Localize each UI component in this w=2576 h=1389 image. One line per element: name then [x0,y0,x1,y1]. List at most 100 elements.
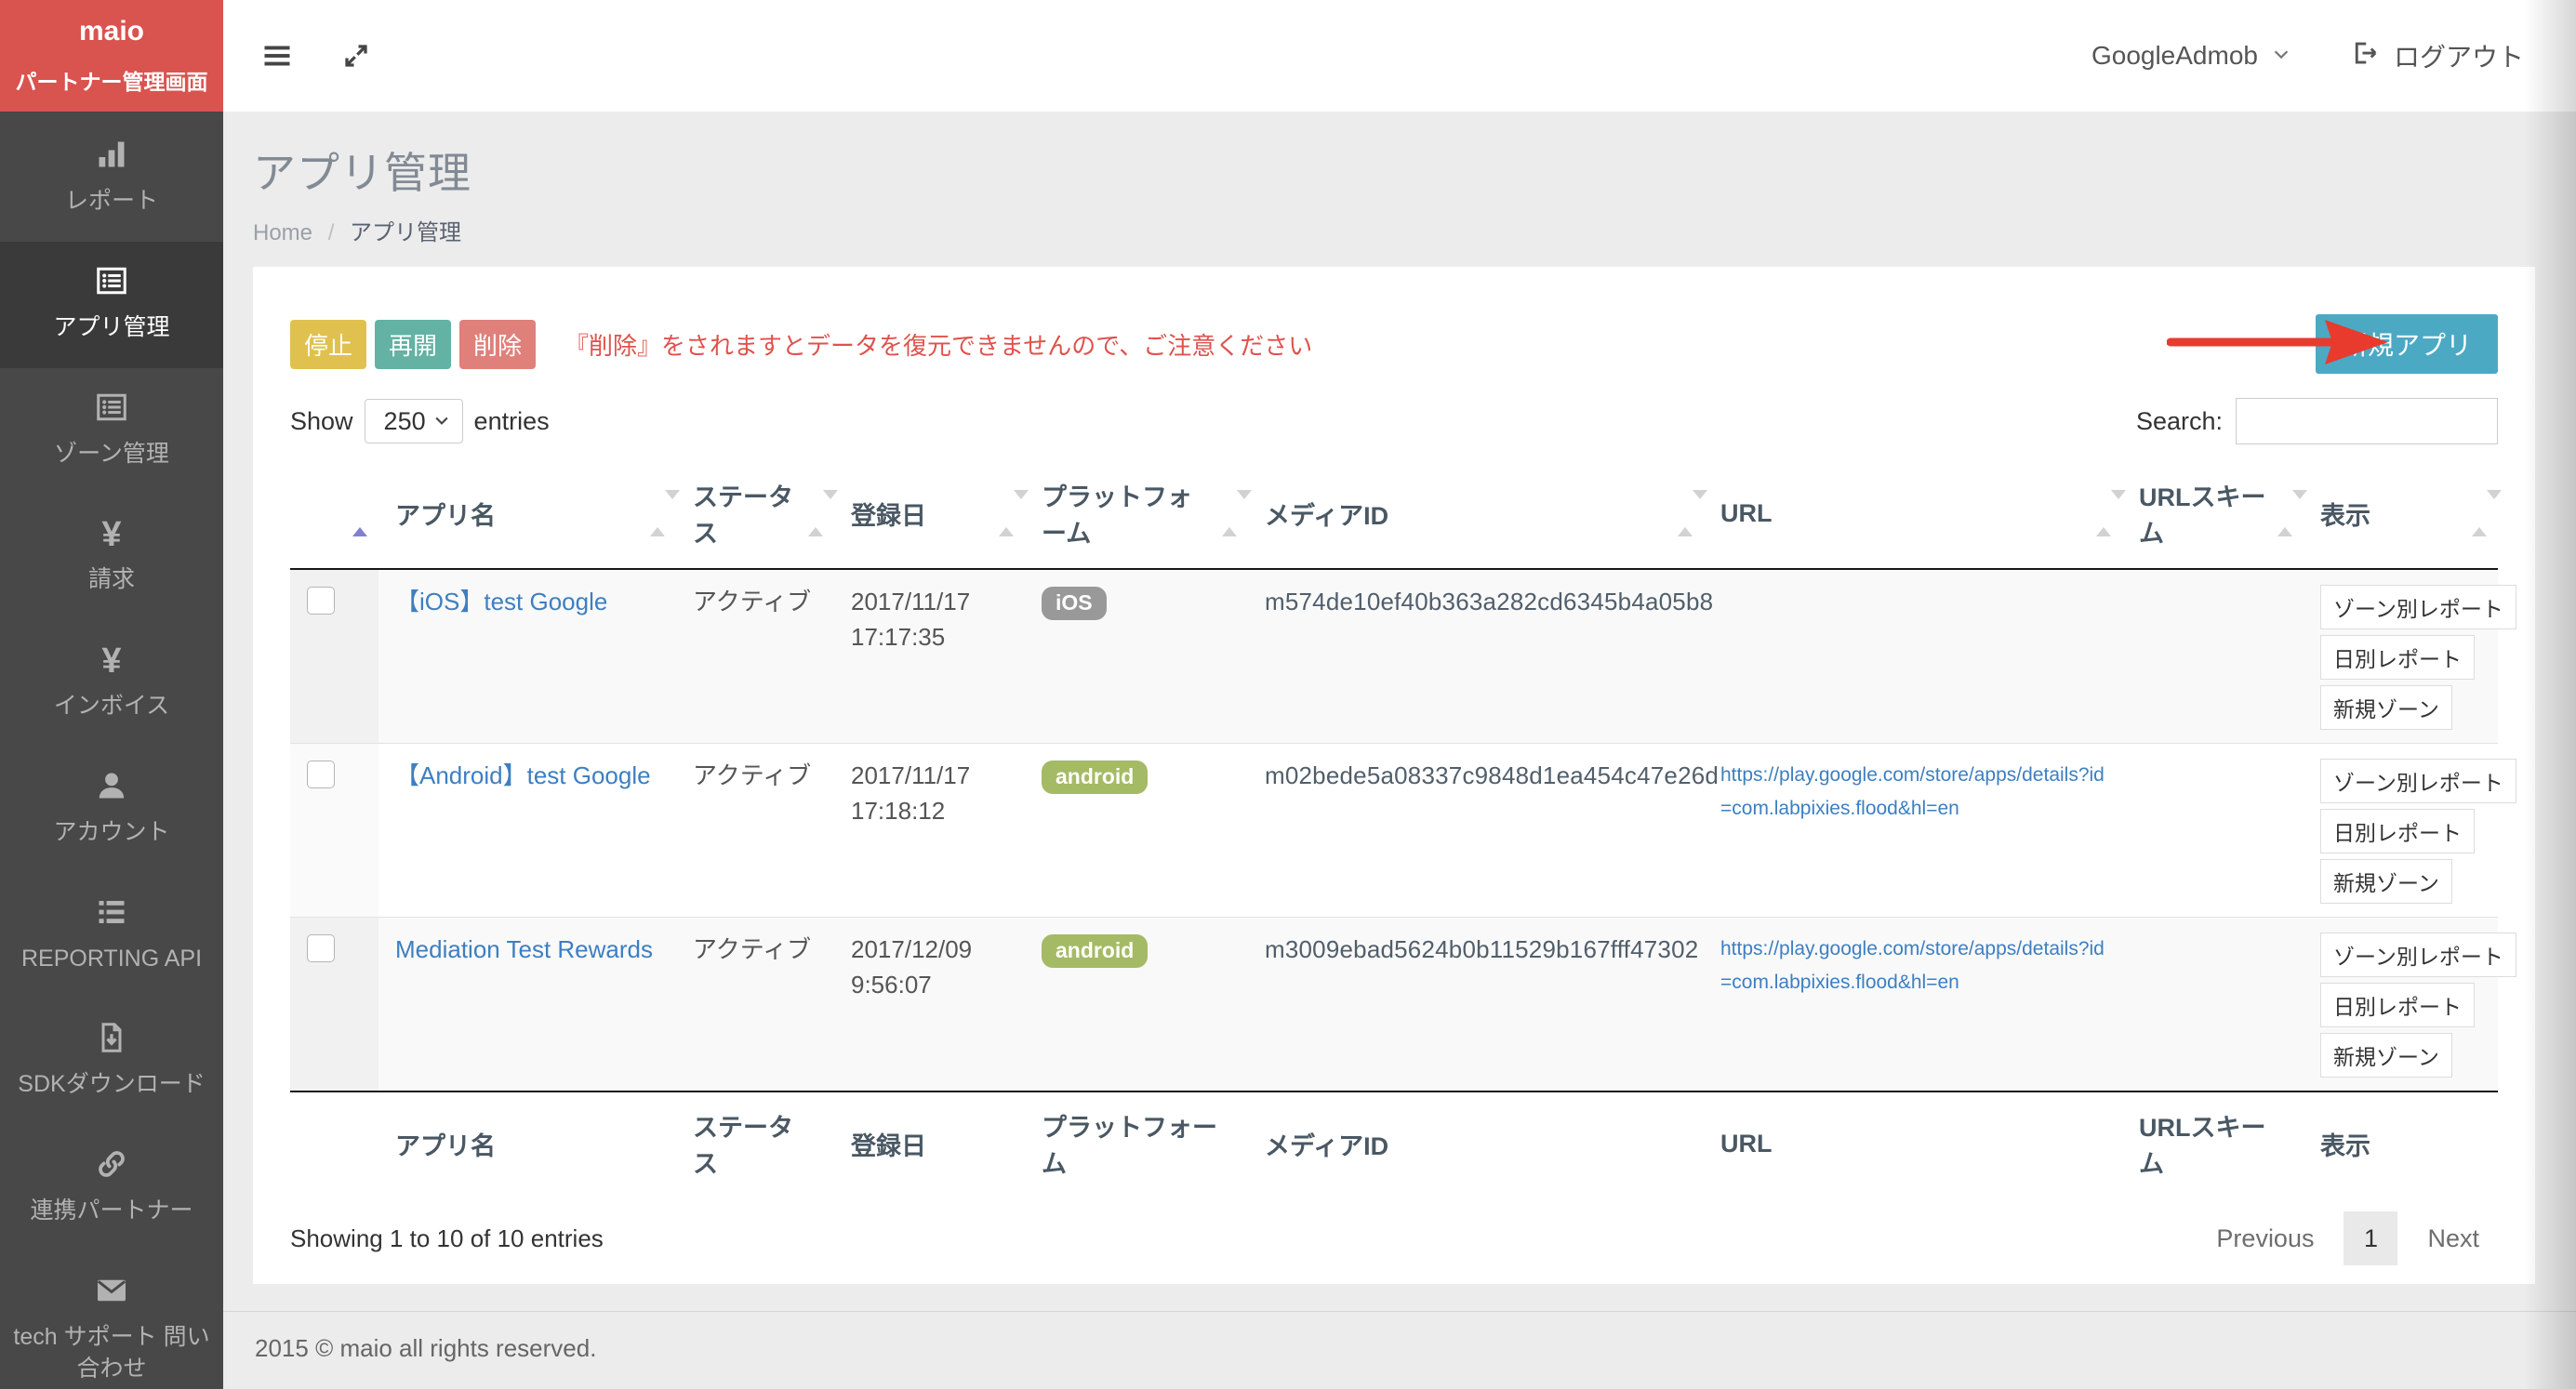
resume-button[interactable]: 再開 [375,320,451,369]
search-label: Search: [2136,407,2223,436]
previous-page-button[interactable]: Previous [2198,1213,2332,1264]
app-name-link[interactable]: Mediation Test Rewards [395,935,653,963]
sidebar-item-5[interactable]: アカウント [0,747,223,873]
action-button-0[interactable]: ゾーン別レポート [2320,585,2516,629]
column-header-label: 登録日 [851,502,926,530]
sidebar-item-1[interactable]: アプリ管理 [0,242,223,368]
sidebar-item-label: tech サポート 問い合わせ [7,1322,216,1385]
toolbar: 停止 再開 削除 『削除』をされますとデータを復元できませんので、ご注意ください… [290,321,2498,367]
column-header-7[interactable]: URLスキーム [2122,464,2304,569]
actions-cell: ゾーン別レポート日別レポート新規ゾーン [2304,744,2498,918]
brand-name: maio [79,16,144,47]
action-button-2[interactable]: 新規ゾーン [2320,685,2452,730]
sidebar-item-label: 連携パートナー [7,1196,216,1227]
delete-button[interactable]: 削除 [459,320,536,369]
yen-icon: ¥ [7,516,216,553]
sort-icons [2277,499,2292,528]
brand-subtitle: パートナー管理画面 [16,64,208,96]
sidebar-item-6[interactable]: REPORTING API [0,873,223,999]
column-header-2[interactable]: ステータス [676,464,834,569]
stop-button[interactable]: 停止 [290,320,366,369]
footer-column-header-5: メディアID [1248,1091,1704,1195]
media-id-cell: m3009ebad5624b0b11529b167fff47302 [1265,935,1698,963]
sidebar-item-4[interactable]: ¥ インボイス [0,620,223,747]
status-cell: アクティブ [693,588,811,615]
table-body: 【iOS】test Google アクティブ 2017/11/17 17:17:35… [290,569,2498,1091]
sidebar-item-0[interactable]: レポート [0,115,223,242]
footer-column-header-4: プラットフォーム [1025,1091,1248,1195]
topbar: GoogleAdmob ログアウト [223,0,2576,112]
action-button-2[interactable]: 新規ゾーン [2320,1033,2452,1078]
row-checkbox[interactable] [307,934,335,962]
column-header-5[interactable]: メディアID [1248,464,1704,569]
apps-table: アプリ名ステータス登録日プラットフォームメディアIDURLURLスキーム表示 【… [290,464,2498,1195]
column-header-label: 表示 [2320,502,2370,530]
row-checkbox[interactable] [307,761,335,788]
action-button-0[interactable]: ゾーン別レポート [2320,933,2516,977]
action-button-0[interactable]: ゾーン別レポート [2320,759,2516,803]
platform-badge: iOS [1042,587,1107,620]
sidebar-item-label: レポート [7,186,216,218]
next-page-button[interactable]: Next [2409,1213,2498,1264]
action-button-2[interactable]: 新規ゾーン [2320,859,2452,904]
pagination: Previous 1 Next [2198,1211,2498,1265]
url-link[interactable]: https://play.google.com/store/apps/detai… [1720,759,2105,825]
app-name-link[interactable]: 【Android】test Google [395,761,651,789]
column-header-1[interactable]: アプリ名 [378,464,676,569]
column-header-0[interactable] [290,464,378,569]
footer-column-header-8: 表示 [2304,1091,2498,1195]
sidebar-item-label: インボイス [7,691,216,722]
search-input[interactable] [2236,398,2498,444]
column-header-8[interactable]: 表示 [2304,464,2498,569]
download-icon [7,1021,216,1058]
account-dropdown[interactable]: GoogleAdmob [2091,41,2291,71]
yen-icon: ¥ [7,642,216,680]
date-cell: 2017/11/17 17:17:35 [851,588,970,651]
sidebar-nav: レポートアプリ管理ゾーン管理¥請求¥インボイスアカウントREPORTING AP… [0,112,223,1389]
logout-button[interactable]: ログアウト [2351,37,2524,74]
sidebar-item-label: アカウント [7,817,216,849]
column-header-3[interactable]: 登録日 [834,464,1025,569]
menu-toggle-button[interactable] [253,32,301,80]
sort-icons [2096,499,2111,528]
table-row: 【iOS】test Google アクティブ 2017/11/17 17:17:35… [290,569,2498,744]
app-name-link[interactable]: 【iOS】test Google [395,588,607,615]
page-header: アプリ管理 Home / アプリ管理 [223,112,2576,267]
current-page-button[interactable]: 1 [2344,1211,2397,1265]
page-footer: 2015 © maio all rights reserved. [223,1311,2576,1389]
page-size-select[interactable]: 250 [365,399,463,443]
sidebar: maio パートナー管理画面 レポートアプリ管理ゾーン管理¥請求¥インボイスアカ… [0,0,223,1389]
sidebar-item-3[interactable]: ¥請求 [0,494,223,620]
breadcrumb: Home / アプリ管理 [253,214,2535,246]
column-header-6[interactable]: URL [1704,464,2122,569]
sort-icons [1222,499,1237,528]
media-id-cell: m574de10ef40b363a282cd6345b4a05b8 [1265,588,1713,615]
action-button-1[interactable]: 日別レポート [2320,983,2475,1027]
row-checkbox[interactable] [307,587,335,615]
new-app-button[interactable]: 新規アプリ [2316,314,2498,374]
sidebar-item-9[interactable]: tech サポート 問い合わせ [0,1251,223,1389]
page-size-value: 250 [384,407,426,436]
search-control: Search: [2136,398,2498,444]
mail-icon [7,1274,216,1311]
show-label: Show [290,407,353,436]
column-header-label: アプリ名 [395,502,496,530]
table-bottom-controls: Showing 1 to 10 of 10 entries Previous 1… [290,1211,2498,1265]
page-title: アプリ管理 [253,139,2535,201]
main-content: アプリ管理 Home / アプリ管理 停止 再開 削除 『削除』をされますとデー… [223,112,2576,1389]
footer-column-header-2: ステータス [676,1091,834,1195]
sidebar-item-2[interactable]: ゾーン管理 [0,368,223,495]
date-cell: 2017/12/09 9:56:07 [851,935,972,999]
action-button-1[interactable]: 日別レポート [2320,809,2475,853]
breadcrumb-current: アプリ管理 [350,220,461,245]
breadcrumb-home-link[interactable]: Home [253,220,312,245]
sidebar-item-7[interactable]: SDKダウンロード [0,999,223,1125]
column-header-4[interactable]: プラットフォーム [1025,464,1248,569]
url-link[interactable]: https://play.google.com/store/apps/detai… [1720,933,2105,999]
action-button-1[interactable]: 日別レポート [2320,635,2475,680]
sidebar-item-8[interactable]: 連携パートナー [0,1125,223,1251]
list-icon [7,895,216,933]
entries-info: Showing 1 to 10 of 10 entries [290,1224,604,1253]
footer-column-header-7: URLスキーム [2122,1091,2304,1195]
fullscreen-button[interactable] [335,34,378,77]
